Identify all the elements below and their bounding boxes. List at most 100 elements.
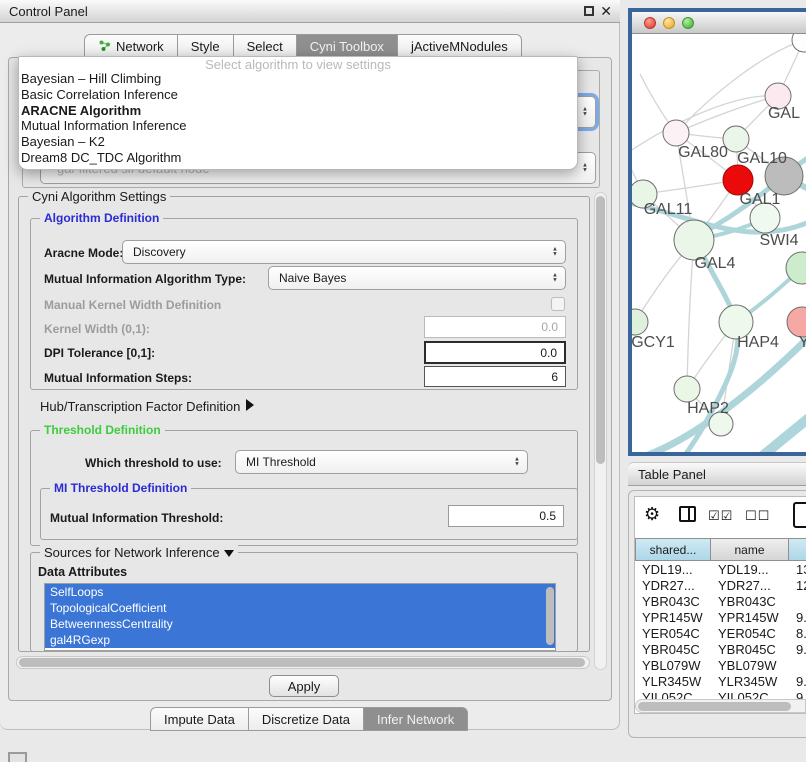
data-attributes-list[interactable]: SelfLoopsTopologicalCoefficientBetweenne…	[44, 583, 556, 651]
mi-type-combobox[interactable]: Naive Bayes ▲▼	[268, 266, 566, 290]
table-hscrollbar-thumb[interactable]	[638, 702, 791, 711]
tab-label: Select	[247, 39, 283, 57]
dpi-tolerance-label: DPI Tolerance [0,1]:	[44, 346, 155, 360]
sources-title[interactable]: Sources for Network Inference	[40, 545, 238, 560]
kernel-width-field[interactable]: 0.0	[424, 316, 566, 338]
tab-infer-network[interactable]: Infer Network	[364, 707, 468, 731]
table-header-row: shared...nameA	[635, 538, 806, 561]
network-node-gcy1[interactable]	[632, 309, 648, 335]
float-window-icon[interactable]	[584, 6, 594, 16]
column-header[interactable]: A	[789, 538, 806, 561]
mi-threshold-field[interactable]: 0.5	[448, 505, 564, 527]
tab-label: Style	[191, 39, 220, 57]
tab-network[interactable]: Network	[84, 34, 178, 58]
node-label-y: Y	[799, 334, 806, 351]
table-cell	[789, 593, 806, 609]
network-node-gal80[interactable]	[663, 120, 689, 146]
attribute-list-scrollbar[interactable]	[546, 587, 554, 645]
network-node[interactable]	[792, 34, 806, 52]
table-cell: YDR27...	[711, 577, 789, 593]
table-cell: YDL19...	[711, 561, 789, 577]
node-label-gal11: GAL11	[644, 201, 693, 218]
attribute-item[interactable]: BetweennessCentrality	[45, 616, 555, 632]
table-cell: YBR045C	[711, 641, 789, 657]
table-row[interactable]: YPR145WYPR145W9.	[635, 609, 806, 625]
table-cell: YLR345W	[635, 673, 711, 689]
table-cell	[789, 657, 806, 673]
node-label-gal4: GAL4	[695, 255, 736, 272]
minimize-traffic-light-icon[interactable]	[663, 17, 675, 29]
column-header[interactable]: name	[711, 538, 789, 561]
which-threshold-combobox[interactable]: MI Threshold ▲▼	[235, 450, 528, 474]
popup-item[interactable]: Bayesian – K2	[19, 134, 577, 150]
table-cell: 9.	[789, 609, 806, 625]
attribute-item[interactable]: SelfLoops	[45, 584, 555, 600]
select-all-icon[interactable]: ☑☑	[708, 508, 733, 524]
table-row[interactable]: YBR045CYBR045C9.	[635, 641, 806, 657]
network-icon	[98, 39, 111, 57]
tab-jactivemnodules[interactable]: jActiveMNodules	[398, 34, 522, 58]
dpi-tolerance-field[interactable]: 0.0	[424, 341, 566, 364]
table-row[interactable]: YLR345WYLR345W9.	[635, 673, 806, 689]
close-window-icon[interactable]: ✕	[600, 5, 612, 17]
file-icon[interactable]	[793, 502, 806, 528]
control-panel-titlebar[interactable]: Control Panel ✕	[0, 0, 620, 23]
mi-steps-label: Mutual Information Steps:	[44, 371, 192, 385]
settings-vscrollbar-thumb[interactable]	[596, 196, 605, 464]
minimized-panel-stub[interactable]	[8, 752, 27, 762]
table-row[interactable]: YDR27...YDR27...12	[635, 577, 806, 593]
attribute-item[interactable]: gal4RGexp	[45, 632, 555, 648]
table-cell: 9.	[789, 673, 806, 689]
popup-item[interactable]: ARACNE Algorithm	[19, 103, 577, 119]
bottom-tabs: Impute DataDiscretize DataInfer Network	[150, 707, 468, 731]
table-row[interactable]: YBL079WYBL079W	[635, 657, 806, 673]
close-traffic-light-icon[interactable]	[644, 17, 656, 29]
columns-icon[interactable]	[679, 506, 696, 522]
settings-hscrollbar-thumb[interactable]	[19, 658, 585, 667]
algorithm-definition-title: Algorithm Definition	[40, 211, 163, 225]
threshold-definition-title: Threshold Definition	[40, 423, 165, 437]
settings-vscrollbar-track[interactable]	[594, 192, 607, 670]
column-header[interactable]: shared...	[635, 538, 711, 561]
popup-item[interactable]: Mutual Information Inference	[19, 118, 577, 134]
aracne-mode-combobox[interactable]: Discovery ▲▼	[122, 240, 566, 264]
network-node-gal4[interactable]	[674, 220, 714, 260]
aracne-mode-label: Aracne Mode:	[44, 246, 123, 260]
tab-select[interactable]: Select	[234, 34, 297, 58]
table-cell: 12	[789, 577, 806, 593]
popup-item[interactable]: Bayesian – Hill Climbing	[19, 71, 577, 87]
expand-arrow-icon[interactable]	[246, 399, 254, 411]
network-canvas[interactable]: GALGAL80GAL10GAL1GAL11SWI4GAL4GCY1HAP4YH…	[632, 34, 806, 452]
table-row[interactable]: YER054CYER054C8.	[635, 625, 806, 641]
deselect-all-icon[interactable]: ☐☐	[745, 508, 770, 524]
table-cell: 13	[789, 561, 806, 577]
gear-icon[interactable]: ⚙	[644, 504, 660, 525]
network-node-hap2[interactable]	[674, 376, 700, 402]
apply-button-label: Apply	[288, 679, 321, 694]
tab-cyni-toolbox[interactable]: Cyni Toolbox	[297, 34, 398, 58]
collapse-arrow-icon[interactable]	[224, 550, 234, 557]
apply-button[interactable]: Apply	[269, 675, 339, 697]
table-cell: YDR27...	[635, 577, 711, 593]
table-cell: YLR345W	[711, 673, 789, 689]
table-cell: YBL079W	[711, 657, 789, 673]
network-window-titlebar[interactable]	[632, 12, 806, 34]
table-panel-titlebar[interactable]: Table Panel	[628, 462, 806, 486]
tab-style[interactable]: Style	[178, 34, 234, 58]
popup-item[interactable]: Dream8 DC_TDC Algorithm	[19, 150, 577, 166]
tab-discretize-data[interactable]: Discretize Data	[249, 707, 364, 731]
zoom-traffic-light-icon[interactable]	[682, 17, 694, 29]
table-hscrollbar-track[interactable]	[635, 699, 806, 713]
hub-definition-label[interactable]: Hub/Transcription Factor Definition	[40, 399, 240, 414]
table-row[interactable]: YBR043CYBR043C	[635, 593, 806, 609]
tab-impute-data[interactable]: Impute Data	[150, 707, 249, 731]
attribute-item[interactable]: TopologicalCoefficient	[45, 600, 555, 616]
manual-kernel-checkbox[interactable]	[551, 297, 565, 311]
popup-item[interactable]: Basic Correlation Inference	[19, 87, 577, 103]
table-cell: YDL19...	[635, 561, 711, 577]
node-label-gcy1: GCY1	[632, 334, 675, 351]
network-node-y[interactable]	[787, 307, 806, 337]
settings-hscrollbar-track[interactable]	[16, 656, 590, 669]
mi-steps-field[interactable]: 6	[424, 366, 566, 387]
table-row[interactable]: YDL19...YDL19...13	[635, 561, 806, 577]
